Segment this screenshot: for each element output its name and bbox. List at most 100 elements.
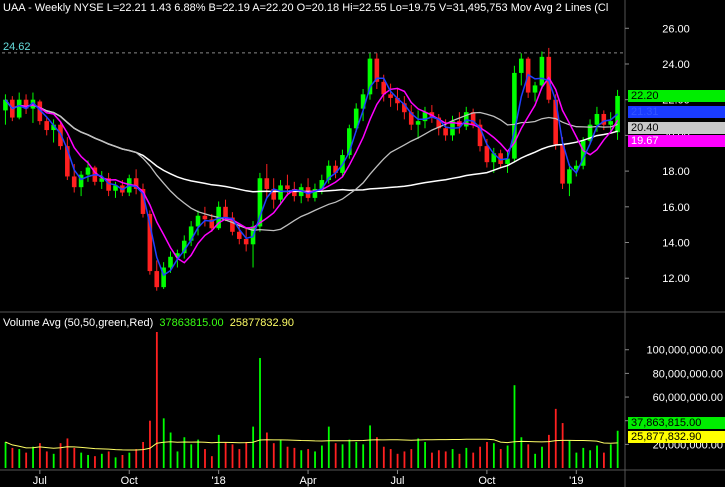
price-tick-label: 16.00 bbox=[662, 202, 690, 214]
volume-bar bbox=[396, 453, 399, 468]
volume-bar bbox=[410, 449, 413, 468]
candle-body[interactable] bbox=[278, 185, 283, 200]
candle-body[interactable] bbox=[71, 176, 77, 188]
volume-bar bbox=[616, 430, 619, 468]
volume-bar bbox=[73, 447, 76, 468]
volume-bar bbox=[603, 452, 605, 468]
volume-bar bbox=[66, 438, 69, 468]
volume-bar bbox=[355, 441, 358, 468]
volume-bar bbox=[437, 450, 440, 468]
price-tick-label: 24.00 bbox=[662, 59, 690, 71]
date-tick-label: Jul bbox=[33, 475, 47, 487]
volume-bar bbox=[541, 446, 543, 468]
volume-average-line bbox=[5, 438, 618, 451]
volume-bar bbox=[265, 432, 268, 468]
volume-bar bbox=[321, 445, 323, 468]
candle-body[interactable] bbox=[388, 94, 393, 98]
volume-bar bbox=[609, 444, 612, 468]
candle-body[interactable] bbox=[223, 206, 228, 218]
volume-bar bbox=[231, 444, 234, 468]
candle-body[interactable] bbox=[532, 85, 538, 93]
candle-body[interactable] bbox=[484, 146, 490, 163]
candle-body[interactable] bbox=[243, 238, 249, 245]
price-tick-label: 12.00 bbox=[662, 273, 690, 285]
candle-body[interactable] bbox=[168, 256, 173, 268]
stock-chart[interactable]: 26.0024.0022.0020.0018.0016.0014.0012.00… bbox=[0, 0, 725, 487]
candle-body[interactable] bbox=[415, 121, 421, 125]
volume-bar bbox=[472, 452, 475, 468]
volume-bar bbox=[554, 408, 557, 468]
volume-bar bbox=[121, 454, 124, 468]
volume-bar bbox=[100, 453, 103, 468]
ma-fast-line bbox=[4, 73, 619, 277]
price-tag: 22.20 bbox=[628, 90, 725, 103]
volume-bar bbox=[190, 444, 193, 468]
volume-header: Volume Avg (50,50,green,Red) 37863815.00… bbox=[3, 317, 294, 329]
date-tick-label: Jul bbox=[390, 475, 404, 487]
volume-bar bbox=[18, 449, 21, 468]
candle-body[interactable] bbox=[85, 167, 91, 175]
volume-tick-label: 100,000,000.00 bbox=[647, 345, 723, 357]
candle-body[interactable] bbox=[518, 58, 524, 73]
volume-bar bbox=[32, 446, 34, 468]
volume-bar bbox=[534, 453, 537, 468]
volume-ma-value: 25877832.90 bbox=[229, 317, 294, 329]
candle-body[interactable] bbox=[195, 215, 201, 227]
volume-bar bbox=[4, 441, 7, 468]
volume-bar bbox=[11, 447, 14, 468]
volume-bar bbox=[128, 452, 131, 468]
volume-bar bbox=[547, 434, 550, 468]
volume-bar bbox=[417, 438, 420, 468]
volume-bar bbox=[252, 426, 255, 468]
candle-body[interactable] bbox=[264, 178, 270, 189]
volume-bar bbox=[114, 457, 117, 468]
volume-bar bbox=[369, 425, 371, 468]
volume-bar bbox=[348, 439, 351, 468]
chart-canvas[interactable]: 26.0024.0022.0020.0018.0016.0014.0012.00… bbox=[0, 0, 725, 487]
candle-body[interactable] bbox=[202, 215, 208, 220]
volume-bar bbox=[451, 449, 454, 468]
volume-bar bbox=[80, 452, 83, 468]
volume-avg-value: 37863815.00 bbox=[159, 317, 224, 329]
candle-body[interactable] bbox=[443, 128, 448, 136]
candle-body[interactable] bbox=[567, 169, 572, 184]
volume-bar bbox=[87, 454, 89, 468]
date-tick-label: Oct bbox=[478, 475, 495, 487]
candle-body[interactable] bbox=[594, 113, 600, 125]
price-tag: 21.31 bbox=[628, 106, 725, 118]
volume-bar bbox=[458, 453, 461, 468]
volume-bar bbox=[376, 437, 378, 468]
candle-body[interactable] bbox=[154, 271, 160, 288]
volume-bar bbox=[169, 432, 172, 468]
volume-bar bbox=[286, 446, 289, 468]
volume-bar bbox=[197, 439, 200, 468]
volume-bar bbox=[94, 456, 96, 468]
volume-bar bbox=[431, 452, 433, 468]
volume-bar bbox=[444, 451, 447, 468]
candle-body[interactable] bbox=[44, 121, 50, 131]
volume-bar bbox=[245, 441, 248, 468]
volume-bar bbox=[341, 444, 344, 468]
volume-bar bbox=[162, 418, 165, 468]
price-tick-label: 14.00 bbox=[662, 238, 690, 250]
volume-bar bbox=[149, 420, 151, 468]
ma-long-line bbox=[4, 99, 618, 193]
date-tick-label: '18 bbox=[211, 475, 225, 487]
volume-bar bbox=[217, 434, 220, 468]
volume-bar bbox=[403, 451, 406, 468]
volume-bar bbox=[506, 445, 509, 468]
candle-body[interactable] bbox=[539, 56, 545, 86]
candle-body[interactable] bbox=[608, 121, 613, 125]
volume-bar bbox=[142, 441, 144, 468]
candle-body[interactable] bbox=[16, 99, 22, 118]
volume-bar bbox=[52, 453, 55, 468]
candle-body[interactable] bbox=[285, 185, 290, 189]
volume-bar bbox=[575, 452, 578, 468]
volume-bar bbox=[465, 447, 468, 468]
volume-bar bbox=[582, 447, 585, 468]
candle-body[interactable] bbox=[236, 231, 242, 239]
price-tag: 19.67 bbox=[628, 135, 725, 148]
volume-bar bbox=[155, 332, 158, 468]
volume-bar bbox=[59, 443, 62, 468]
volume-bar bbox=[527, 444, 530, 468]
